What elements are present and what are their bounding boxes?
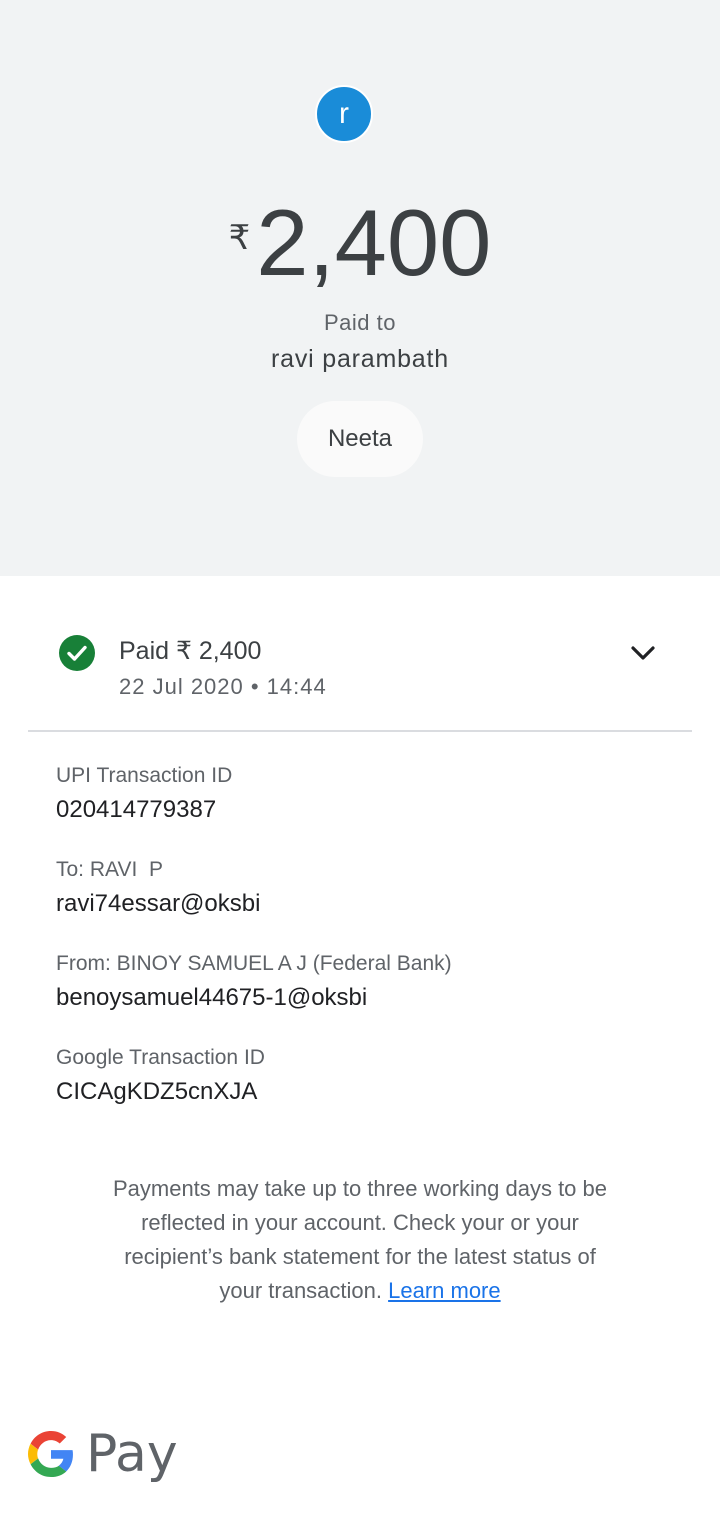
status-datetime: 22 Jul 2020 • 14:44 — [119, 674, 327, 699]
payment-summary-header: r ₹2,400 Paid to ravi parambath Neeta — [0, 0, 720, 576]
amount-value: 2,400 — [256, 190, 492, 295]
upi-transaction-id-label: UPI Transaction ID — [56, 764, 233, 787]
avatar: r — [315, 85, 373, 143]
sender-label: From: BINOY SAMUEL A J (Federal Bank) — [56, 952, 452, 975]
learn-more-link[interactable]: Learn more — [388, 1278, 501, 1303]
payment-disclaimer: Payments may take up to three working da… — [100, 1172, 620, 1308]
recipient-upi-id: ravi74essar@oksbi — [56, 890, 261, 917]
payment-note-chip: Neeta — [297, 401, 423, 477]
amount-display: ₹2,400 — [0, 188, 720, 298]
chevron-down-icon[interactable] — [628, 640, 658, 666]
disclaimer-text: Payments may take up to three working da… — [112, 1176, 608, 1303]
divider — [28, 730, 692, 732]
google-pay-logo: Pay — [28, 1424, 188, 1490]
currency-symbol: ₹ — [228, 219, 251, 257]
status-title: Paid ₹ 2,400 — [119, 637, 262, 665]
google-g-icon — [28, 1431, 73, 1477]
paid-to-label: Paid to — [324, 310, 396, 335]
pay-wordmark: Pay — [86, 1424, 178, 1484]
payee-name: ravi parambath — [271, 345, 449, 373]
check-circle-icon — [59, 635, 95, 671]
recipient-label: To: RAVI P — [56, 858, 163, 881]
upi-transaction-id-value: 020414779387 — [56, 796, 217, 823]
google-transaction-id-label: Google Transaction ID — [56, 1046, 265, 1069]
google-transaction-id-value: CICAgKDZ5cnXJA — [56, 1078, 258, 1105]
sender-upi-id: benoysamuel44675-1@oksbi — [56, 984, 368, 1011]
